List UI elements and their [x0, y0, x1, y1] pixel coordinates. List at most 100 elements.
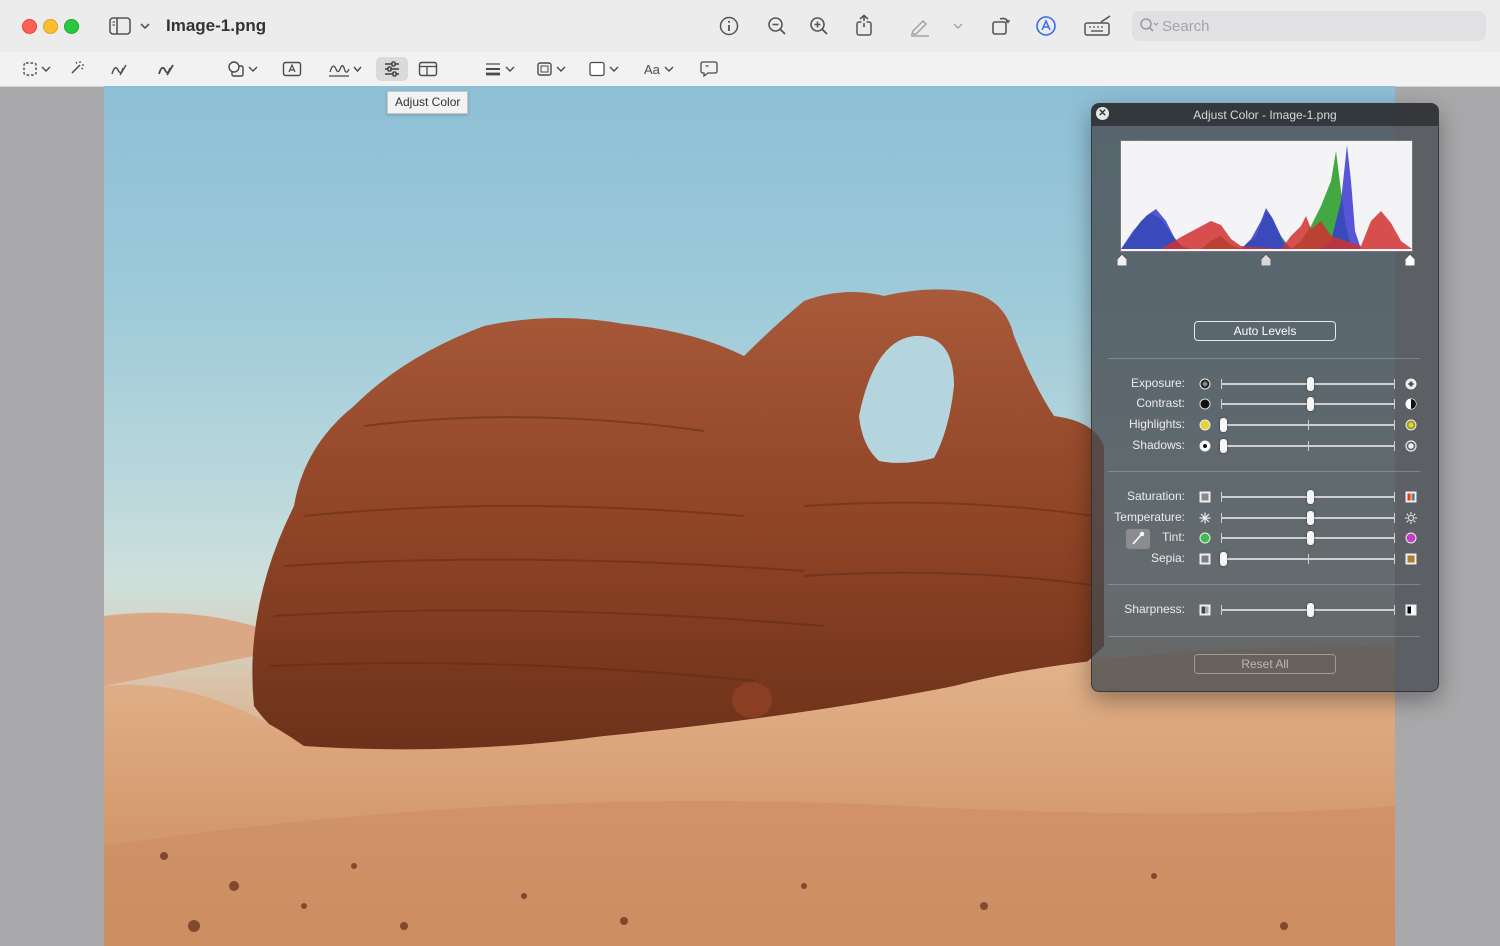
highlights-slider-knob[interactable] [1219, 418, 1227, 432]
temperature-slider-knob[interactable] [1306, 511, 1314, 525]
adjust-color-tooltip: Adjust Color [387, 91, 469, 114]
fill-color-icon[interactable] [586, 57, 622, 81]
sepia-high-icon [1405, 553, 1417, 565]
slider-tick [1394, 554, 1395, 564]
saturation-label: Saturation: [1126, 489, 1185, 503]
sharpness-high-icon [1405, 604, 1417, 616]
temperature-cool-icon [1199, 512, 1211, 524]
markup-icon[interactable] [1034, 14, 1058, 38]
slider-tick [1394, 379, 1395, 389]
shadows-label: Shadows: [1132, 438, 1185, 452]
contrast-high-icon [1405, 398, 1417, 410]
auto-levels-button[interactable]: Auto Levels [1194, 321, 1336, 341]
divider [1108, 358, 1420, 359]
text-box-icon[interactable] [280, 57, 304, 81]
search-placeholder: Search [1162, 18, 1210, 35]
zoom-in-icon[interactable] [808, 15, 830, 37]
rotate-icon[interactable] [989, 13, 1013, 37]
adjust-color-panel: Adjust Color - Image-1.png ✕ Auto Levels… [1091, 103, 1439, 692]
sharpness-label: Sharpness: [1124, 602, 1185, 616]
window-title: Image-1.png [166, 16, 267, 35]
slider-tick [1221, 492, 1222, 502]
highlight-pen-icon[interactable] [908, 14, 932, 38]
exposure-low-icon [1199, 378, 1211, 390]
minimize-window-button[interactable] [43, 19, 58, 34]
sidebar-toggle-icon[interactable] [108, 15, 132, 37]
slider-tick [1394, 420, 1395, 430]
close-window-button[interactable] [22, 19, 37, 34]
share-icon[interactable] [853, 13, 875, 37]
eyedropper-icon [1132, 531, 1145, 545]
shadows-slider-knob[interactable] [1219, 439, 1227, 453]
eyedropper-button[interactable] [1125, 528, 1151, 550]
image-description-icon[interactable]: ” [697, 57, 721, 81]
exposure-label: Exposure: [1130, 376, 1185, 390]
adjust-color-button[interactable] [376, 57, 408, 81]
sepia-row: Sepia: [1092, 549, 1438, 569]
sepia-label: Sepia: [1150, 551, 1185, 565]
shadows-low-icon [1199, 440, 1211, 452]
instant-alpha-icon[interactable] [64, 57, 88, 81]
slider-tick [1221, 513, 1222, 523]
panel-close-icon[interactable]: ✕ [1096, 107, 1109, 120]
sepia-low-icon [1199, 553, 1211, 565]
divider [1108, 471, 1420, 472]
black-point-handle-icon[interactable] [1117, 254, 1127, 266]
draw-tool-icon[interactable] [154, 57, 178, 81]
chevron-down-icon[interactable] [138, 18, 152, 34]
contrast-label: Contrast: [1136, 396, 1185, 410]
selection-tool-icon[interactable] [20, 57, 54, 81]
saturation-high-icon [1405, 491, 1417, 503]
contrast-slider-knob[interactable] [1306, 397, 1314, 411]
shapes-icon[interactable] [224, 57, 260, 81]
shadows-row: Shadows: [1092, 436, 1438, 456]
info-icon[interactable] [718, 15, 740, 37]
contrast-low-icon [1199, 398, 1211, 410]
sepia-slider-knob[interactable] [1219, 552, 1227, 566]
title-bar: Image-1.png Search [0, 0, 1500, 52]
slider-tick [1308, 554, 1309, 564]
keyboard-signature-icon[interactable] [1084, 14, 1112, 38]
slider-tick [1394, 441, 1395, 451]
shape-style-icon[interactable] [482, 57, 518, 81]
zoom-out-icon[interactable] [766, 15, 788, 37]
panel-title: Adjust Color - Image-1.png [1092, 104, 1438, 126]
slider-tick [1394, 399, 1395, 409]
white-point-handle-icon[interactable] [1405, 254, 1415, 266]
tint-green-icon [1199, 532, 1211, 544]
sign-icon[interactable] [326, 57, 364, 81]
tint-slider-knob[interactable] [1306, 531, 1314, 545]
highlights-high-icon [1405, 419, 1417, 431]
shadows-high-icon [1405, 440, 1417, 452]
svg-text:Aa: Aa [644, 62, 661, 77]
slider-tick [1308, 441, 1309, 451]
midpoint-handle-icon[interactable] [1261, 254, 1271, 266]
adjust-size-icon[interactable] [416, 57, 440, 81]
saturation-low-icon [1199, 491, 1211, 503]
text-style-icon[interactable]: Aa [640, 57, 676, 81]
slider-tick [1394, 533, 1395, 543]
slider-tick [1394, 605, 1395, 615]
highlights-row: Highlights: [1092, 415, 1438, 435]
zoom-window-button[interactable] [64, 19, 79, 34]
saturation-row: Saturation: [1092, 487, 1438, 507]
sharpness-slider-knob[interactable] [1306, 603, 1314, 617]
exposure-slider-knob[interactable] [1306, 377, 1314, 391]
saturation-slider-knob[interactable] [1306, 490, 1314, 504]
search-input[interactable]: Search [1132, 11, 1486, 41]
slider-tick [1221, 605, 1222, 615]
tint-row: Tint: [1092, 528, 1438, 550]
chevron-down-icon[interactable] [951, 19, 965, 33]
exposure-row: Exposure: [1092, 374, 1438, 394]
histogram [1120, 140, 1413, 252]
highlights-low-icon [1199, 419, 1211, 431]
slider-tick [1308, 420, 1309, 430]
border-color-icon[interactable] [534, 57, 570, 81]
search-icon [1139, 17, 1159, 40]
slider-tick [1221, 379, 1222, 389]
markup-toolbar: Aa ” [0, 52, 1500, 87]
reset-all-button[interactable]: Reset All [1194, 654, 1336, 674]
sketch-tool-icon[interactable] [107, 57, 131, 81]
highlights-label: Highlights: [1128, 417, 1185, 431]
slider-tick [1394, 492, 1395, 502]
